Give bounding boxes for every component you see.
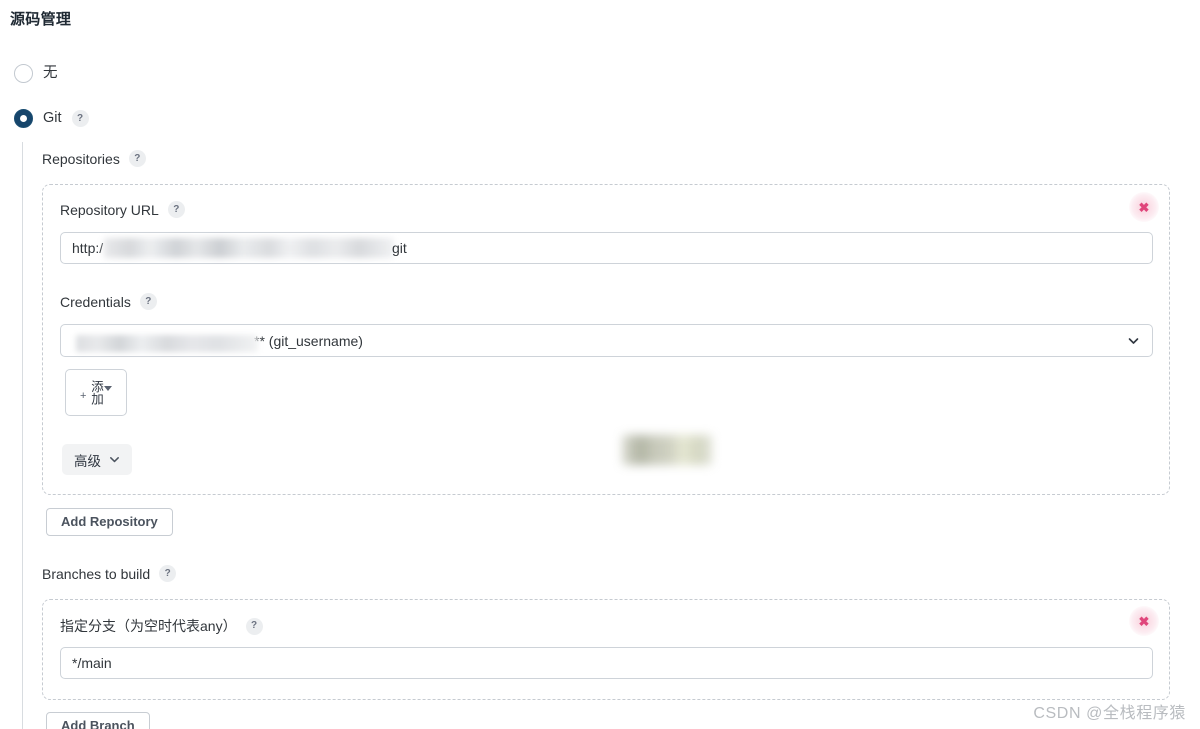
radio-option-none[interactable]: 无 xyxy=(14,64,58,83)
radio-git-label: Git xyxy=(43,110,62,127)
credentials-select[interactable]: ** (git_username) xyxy=(60,324,1153,357)
radio-git-indicator[interactable] xyxy=(14,109,33,128)
branches-field-label: Branches to build ? xyxy=(42,565,177,582)
add-credential-label: 添加 xyxy=(88,380,103,405)
delete-branch-button[interactable]: ✖ xyxy=(1129,606,1159,636)
help-icon-repositories[interactable]: ? xyxy=(128,150,146,167)
advanced-label: 高级 xyxy=(74,453,101,469)
site-watermark: CSDN @全栈程序猿 xyxy=(1033,705,1186,722)
credentials-selected-value: ** (git_username) xyxy=(72,333,363,352)
help-icon-branches[interactable]: ? xyxy=(159,565,177,582)
chevron-down-icon-advanced xyxy=(109,454,120,465)
help-icon-git[interactable]: ? xyxy=(71,110,89,127)
add-branch-button[interactable]: Add Branch xyxy=(46,712,150,729)
credentials-label-text: Credentials xyxy=(60,293,131,310)
branch-spec-field-label: 指定分支（为空时代表any） ? xyxy=(60,616,263,636)
repository-url-label-text: Repository URL xyxy=(60,201,159,218)
repositories-field-label: Repositories ? xyxy=(42,150,146,167)
help-icon-credentials[interactable]: ? xyxy=(139,293,157,310)
advanced-toggle-button[interactable]: 高级 xyxy=(62,444,132,475)
credentials-select-wrapper[interactable]: ** (git_username) xyxy=(60,324,1153,357)
branches-label-text: Branches to build xyxy=(42,565,151,582)
credentials-field-label: Credentials ? xyxy=(60,293,157,310)
delete-repository-button[interactable]: ✖ xyxy=(1129,192,1159,222)
radio-option-git[interactable]: Git ? xyxy=(14,109,89,128)
radio-none-indicator[interactable] xyxy=(14,64,33,83)
plus-icon: + xyxy=(80,390,87,402)
chevron-down-icon xyxy=(1128,335,1139,346)
scm-configuration-page: 源码管理 无 Git ? Repositories ? ✖ Repository… xyxy=(0,0,1200,729)
branch-spec-input[interactable] xyxy=(60,647,1153,679)
help-icon-repository-url[interactable]: ? xyxy=(167,201,185,218)
add-repository-button[interactable]: Add Repository xyxy=(46,508,173,536)
caret-down-icon xyxy=(103,386,112,391)
indent-guide-line xyxy=(22,142,23,729)
credentials-redaction xyxy=(76,334,258,352)
radio-none-label: 无 xyxy=(43,65,58,82)
help-icon-branch-spec[interactable]: ? xyxy=(245,617,263,635)
repository-url-input[interactable] xyxy=(60,232,1153,264)
branch-spec-label-text: 指定分支（为空时代表any） xyxy=(60,618,237,634)
page-title: 源码管理 xyxy=(10,11,72,28)
repositories-label-text: Repositories xyxy=(42,150,120,167)
add-credential-button[interactable]: + 添加 xyxy=(65,369,127,416)
repository-url-field-label: Repository URL ? xyxy=(60,201,185,218)
